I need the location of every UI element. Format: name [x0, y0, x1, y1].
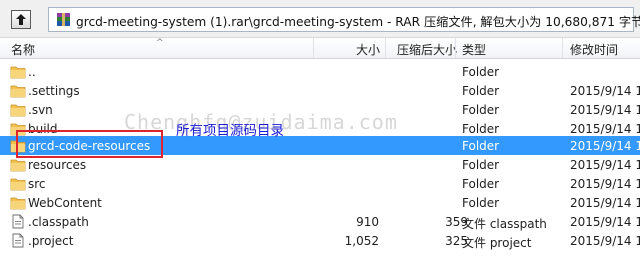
- file-size: 1,052: [344, 234, 379, 248]
- file-list-row[interactable]: src Folder 2015/9/14 17: [0, 174, 640, 193]
- file-name: .svn: [28, 103, 53, 117]
- file-type: Folder: [462, 196, 500, 210]
- file-type: Folder: [462, 177, 500, 191]
- column-divider[interactable]: [455, 38, 456, 58]
- file-icon: [12, 233, 24, 248]
- address-bar: grcd-meeting-system (1).rar\grcd-meeting…: [0, 0, 640, 38]
- file-icon: [12, 214, 24, 229]
- file-list-row[interactable]: .. Folder: [0, 62, 640, 81]
- file-name: src: [28, 177, 46, 191]
- column-header-type[interactable]: 类型: [462, 41, 486, 58]
- file-name: .settings: [28, 84, 80, 98]
- file-modified: 2015/9/14 17: [570, 215, 640, 229]
- file-modified: 2015/9/14 17: [570, 234, 640, 248]
- folder-icon: [10, 85, 26, 98]
- file-name: ..: [28, 65, 36, 79]
- annotation-label: 所有项目源码目录: [176, 123, 284, 139]
- file-type: Folder: [462, 84, 500, 98]
- folder-icon: [10, 178, 26, 191]
- column-header-size[interactable]: 大小: [356, 41, 380, 58]
- column-divider[interactable]: [313, 38, 314, 58]
- folder-icon: [10, 159, 26, 172]
- file-name: WebContent: [28, 196, 102, 210]
- file-type: 文件 project: [462, 236, 532, 250]
- column-header-packed[interactable]: 压缩后大小: [397, 41, 457, 58]
- file-list-row[interactable]: .project 1,052 325 文件 project 2015/9/14 …: [0, 231, 640, 250]
- file-modified: 2015/9/14 17: [570, 158, 640, 172]
- up-one-level-button[interactable]: [11, 10, 31, 29]
- column-divider[interactable]: [385, 38, 386, 58]
- folder-icon: [10, 197, 26, 210]
- file-list-row[interactable]: .classpath 910 359 文件 classpath 2015/9/1…: [0, 212, 640, 231]
- file-size: 910: [356, 215, 379, 229]
- file-list-row[interactable]: .settings Folder 2015/9/14 17: [0, 81, 640, 100]
- column-header: 名称 ^ 大小 压缩后大小 类型 修改时间: [0, 38, 640, 59]
- file-name: .project: [28, 234, 74, 248]
- file-name: resources: [28, 158, 87, 172]
- column-header-name[interactable]: 名称: [11, 41, 35, 58]
- file-modified: 2015/9/14 17: [570, 196, 640, 210]
- column-divider[interactable]: [562, 38, 563, 58]
- sort-ascending-icon: ^: [156, 38, 164, 48]
- file-modified: 2015/9/14 17: [570, 84, 640, 98]
- annotation-highlight-box: [16, 130, 163, 158]
- file-type: Folder: [462, 103, 500, 117]
- file-modified: 2015/9/14 17: [570, 139, 640, 153]
- up-arrow-icon: [16, 14, 26, 25]
- file-modified: 2015/9/14 17: [570, 177, 640, 191]
- file-type: Folder: [462, 158, 500, 172]
- rar-archive-icon: [57, 13, 70, 26]
- file-type: 文件 classpath: [462, 217, 547, 231]
- file-type: Folder: [462, 139, 500, 153]
- file-type: Folder: [462, 65, 500, 79]
- archive-path-text: grcd-meeting-system (1).rar\grcd-meeting…: [76, 15, 640, 29]
- file-name: .classpath: [28, 215, 89, 229]
- file-type: Folder: [462, 122, 500, 136]
- column-header-modified[interactable]: 修改时间: [570, 41, 618, 58]
- file-list-row[interactable]: WebContent Folder 2015/9/14 17: [0, 193, 640, 212]
- folder-icon: [10, 66, 26, 79]
- file-modified: 2015/9/14 17: [570, 103, 640, 117]
- folder-icon: [10, 104, 26, 117]
- file-modified: 2015/9/14 17: [570, 122, 640, 136]
- archive-path-field[interactable]: grcd-meeting-system (1).rar\grcd-meeting…: [48, 7, 640, 32]
